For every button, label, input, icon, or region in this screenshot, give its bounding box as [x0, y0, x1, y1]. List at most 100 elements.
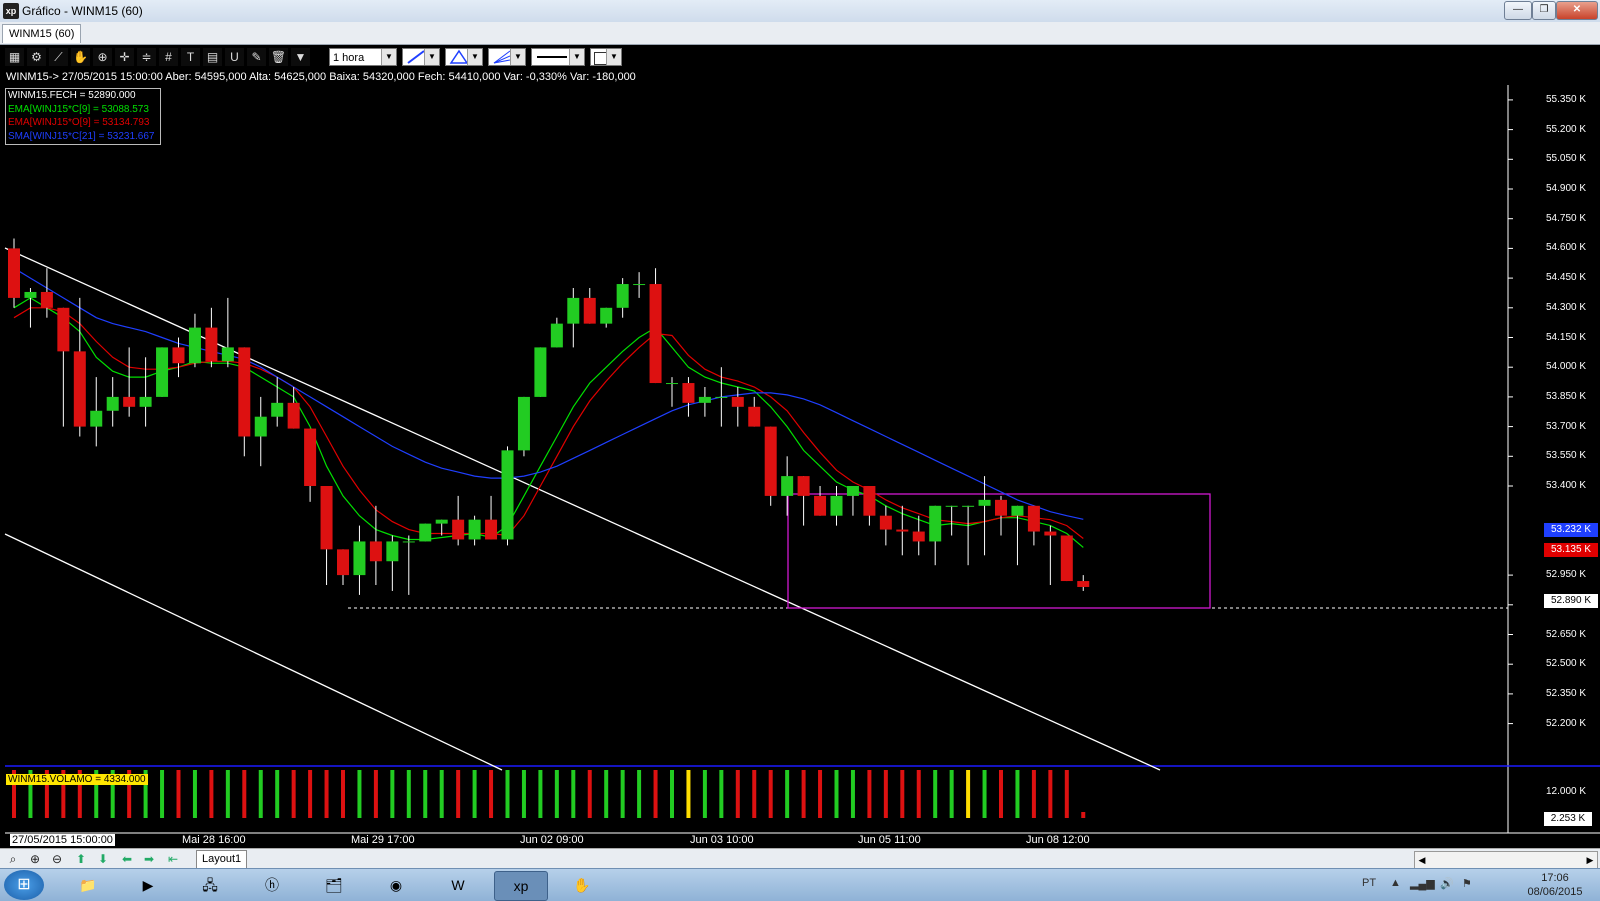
volume-bar [785, 770, 790, 818]
x-axis-label: Mai 28 16:00 [182, 834, 246, 846]
tray-expand-icon[interactable]: ▲ [1390, 877, 1401, 889]
volume-bar [1081, 812, 1086, 818]
volume-bar [209, 770, 214, 818]
candle-body [205, 327, 218, 362]
system-clock[interactable]: 17:06 08/06/2015 [1520, 871, 1590, 899]
candle-body [517, 396, 530, 451]
candle-body [320, 486, 333, 550]
y-axis-tick-label: 54.900 K [1546, 183, 1587, 194]
y-axis-tick-label: 54.450 K [1546, 272, 1587, 284]
candle-body [830, 495, 843, 516]
volume-bar [1048, 770, 1053, 818]
candle-body [1044, 531, 1057, 536]
y-axis-tick-label: 52.200 K [1546, 717, 1587, 729]
volume-bar [933, 770, 938, 818]
word-icon[interactable]: W [432, 871, 484, 899]
candle-body [863, 486, 876, 516]
arrow-down-icon[interactable]: ⬇ [94, 851, 112, 867]
arrow-up-icon[interactable]: ⬆ [72, 851, 90, 867]
zoom-in-icon[interactable]: ⊕ [26, 851, 44, 867]
price-chart[interactable] [0, 0, 1600, 848]
candle-body [221, 347, 234, 362]
x-axis-label: Jun 05 11:00 [858, 834, 921, 846]
candle-body [73, 351, 86, 427]
candle-body [896, 529, 909, 532]
volume-bar [686, 770, 691, 818]
y-axis-tick-label: 52.650 K [1546, 628, 1587, 640]
candle-body [337, 549, 349, 576]
candle-body [912, 531, 925, 542]
explorer-icon[interactable]: 📁 [62, 871, 114, 899]
zoom-out-icon[interactable]: ⊖ [48, 851, 66, 867]
candle-body [156, 347, 169, 397]
candle-body [57, 307, 70, 352]
language-indicator[interactable]: PT [1362, 877, 1376, 889]
y-axis-tick-label: 55.350 K [1546, 93, 1587, 105]
hp-icon[interactable]: ⓗ [246, 871, 298, 899]
volume-bar [752, 770, 757, 818]
volume-value-tag: 2.253 K [1544, 812, 1592, 826]
xp-app-icon[interactable]: xp [494, 871, 548, 901]
scroll-right-icon[interactable]: ▶ [1583, 852, 1597, 868]
candle-body [123, 396, 136, 407]
network-icon[interactable]: 🖧 [184, 871, 236, 899]
candle-body [846, 486, 859, 496]
x-axis-current: 27/05/2015 15:00:00 [10, 834, 115, 846]
scroll-start-icon[interactable]: ⇤ [164, 851, 182, 867]
candle-body [567, 297, 580, 324]
x-axis-label: Mai 29 17:00 [351, 834, 415, 846]
x-axis-label: Jun 03 10:00 [690, 834, 754, 846]
candle-body [106, 396, 119, 411]
volume-bar [439, 770, 444, 818]
zoom-icon[interactable]: ⌕ [4, 851, 22, 867]
volume-bar [373, 770, 378, 818]
horizontal-scrollbar[interactable]: ◀ ▶ [1414, 851, 1598, 869]
chrome-icon[interactable]: ◉ [370, 871, 422, 899]
file-manager-icon[interactable]: 🗂 [308, 871, 360, 899]
trendline-upper [4, 247, 1161, 771]
arrow-right-icon[interactable]: ➡ [140, 851, 158, 867]
volume-bar [291, 770, 296, 818]
candle-body [435, 519, 448, 524]
candle-body [600, 307, 613, 324]
volume-bar [587, 770, 592, 818]
candle-body [24, 291, 37, 298]
volume-icon[interactable]: 🔊 [1440, 877, 1454, 890]
candle-body [304, 428, 317, 486]
volume-bar [308, 770, 313, 818]
candle-body [649, 284, 662, 384]
volume-bar [966, 770, 971, 818]
flag-icon[interactable]: ⚑ [1462, 877, 1472, 890]
candle-body [633, 284, 646, 286]
candle-body [781, 476, 794, 496]
candle-body [748, 406, 761, 427]
arrow-left-icon[interactable]: ⬅ [118, 851, 136, 867]
volume-bar [867, 770, 872, 818]
layout-tab[interactable]: Layout1 [196, 850, 248, 869]
candle-body [1027, 505, 1040, 532]
candle-body [90, 410, 103, 427]
candle-body [945, 505, 958, 507]
start-button[interactable]: ⊞ [4, 870, 44, 900]
media-player-icon[interactable]: ▶ [122, 871, 174, 899]
x-axis-label: Jun 08 12:00 [1026, 834, 1090, 846]
candle-body [814, 495, 827, 516]
hand-app-icon[interactable]: ✋ [556, 871, 608, 899]
candle-body [550, 323, 563, 348]
scroll-left-icon[interactable]: ◀ [1415, 852, 1429, 868]
volume-bar [357, 770, 362, 818]
y-axis-tick-label: 52.950 K [1546, 569, 1587, 581]
volume-bar [538, 770, 543, 818]
volume-bar [916, 770, 921, 818]
volume-bar [999, 770, 1003, 818]
candle-body [139, 396, 152, 407]
volume-bar [1015, 770, 1020, 818]
candle-body [666, 383, 678, 385]
y-axis-tick-label: 53.400 K [1546, 480, 1587, 491]
volume-bar [225, 770, 230, 818]
candle-body [1077, 581, 1090, 587]
y-axis-tick-label: 53.850 K [1546, 390, 1587, 402]
candle-body [929, 505, 942, 542]
signal-icon[interactable]: ▂▄▆ [1410, 877, 1435, 890]
candle-body [731, 396, 744, 407]
